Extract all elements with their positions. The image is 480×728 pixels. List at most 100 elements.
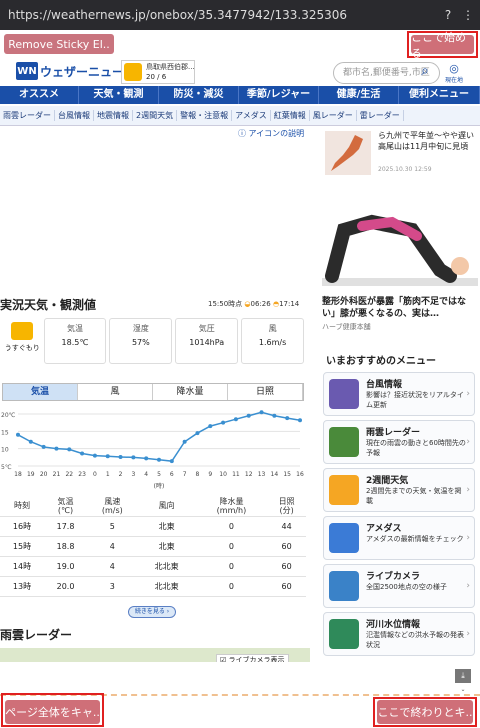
nav-item[interactable]: 便利メニュー xyxy=(399,86,480,104)
tab-precip[interactable]: 降水量 xyxy=(153,384,228,400)
table-cell: 北東 xyxy=(137,516,196,537)
nav-item[interactable]: 天気・観測 xyxy=(79,86,159,104)
yoga-illustration xyxy=(322,214,478,286)
menu-item-title: 2週間天気 xyxy=(366,476,409,486)
table-cell: 60 xyxy=(267,536,306,557)
y-tick-label: 20℃ xyxy=(1,412,16,419)
table-header: 時刻 xyxy=(0,496,44,517)
x-tick-label: 10 xyxy=(219,471,227,478)
subnav-item[interactable]: 2週間天気 xyxy=(133,110,178,121)
sun-cloud-icon xyxy=(124,63,142,81)
x-tick-label: 12 xyxy=(245,471,253,478)
menu-item-title: ライブカメラ xyxy=(366,572,421,582)
x-tick-label: 8 xyxy=(196,471,200,478)
table-cell: 13時 xyxy=(0,576,44,597)
subnav-item[interactable]: 雨雲レーダー xyxy=(0,110,55,121)
icon-legend-link[interactable]: ⓘ アイコンの説明 xyxy=(238,128,304,139)
show-more-button[interactable]: 続きを見る › xyxy=(128,606,176,618)
x-tick-label: 20 xyxy=(40,471,48,478)
more-vert-icon[interactable]: ⋮ xyxy=(460,7,476,23)
subnav-item[interactable]: 警報・注意報 xyxy=(177,110,233,121)
subnav-item[interactable]: 台風情報 xyxy=(55,110,94,121)
table-cell: 5 xyxy=(87,516,138,537)
nav-item[interactable]: 防災・減災 xyxy=(159,86,239,104)
scroll-bottom-icon[interactable]: ⤓ xyxy=(455,669,471,683)
obs-table: 時刻 気温 (℃) 風速 (m/s) 風向 降水量 (mm/h) 日照 (分) 16時 17… xyxy=(0,496,306,597)
obs-title: 実況天気・観測値 xyxy=(0,298,97,312)
nav-item[interactable]: 健康/生活 xyxy=(319,86,399,104)
wind-value: 1.6m/s xyxy=(258,338,287,347)
x-tick-label: 0 xyxy=(93,471,97,478)
temperature-line xyxy=(17,411,301,462)
temperature-point xyxy=(221,420,226,425)
y-tick-label: 10 xyxy=(1,447,9,454)
menu-item[interactable]: ライブカメラ 全国2500地点の空の様子 › xyxy=(323,564,475,608)
start-here-button[interactable]: ここで始める xyxy=(411,31,474,60)
news-headline: ら九州で平年並〜やや遅い 高尾山は11月中旬に見頃 xyxy=(378,131,474,151)
remove-sticky-button[interactable]: Remove Sticky El.. xyxy=(4,34,114,54)
url-text[interactable]: https://weathernews.jp/onebox/35.3477942… xyxy=(8,8,347,22)
subnav-item[interactable]: 地震情報 xyxy=(94,110,133,121)
site-logo[interactable]: WN ウェザーニュース xyxy=(16,62,135,80)
table-cell: 4 xyxy=(87,556,138,577)
ad-headline[interactable]: 整形外科医が暴露「筋肉不足ではない」膝が悪くなるの、実は… xyxy=(322,296,478,320)
temp-value: 18.5℃ xyxy=(61,338,89,347)
current-location-label: 現在地 xyxy=(444,77,463,84)
menu-item-title: 台風情報 xyxy=(366,380,403,390)
ad-image[interactable] xyxy=(322,200,478,286)
menu-item-icon xyxy=(329,619,359,649)
x-tick-label: 15 xyxy=(283,471,291,478)
address-bar[interactable]: https://weathernews.jp/onebox/35.3477942… xyxy=(0,0,480,30)
temperature-point xyxy=(144,456,149,461)
japan-map-thumbnail xyxy=(325,131,371,175)
chevron-down-icon[interactable]: ⌄ xyxy=(455,686,471,694)
x-tick-label: 21 xyxy=(53,471,61,478)
table-header: 日照 (分) xyxy=(267,496,306,517)
menu-item-icon xyxy=(329,571,359,601)
current-location-button[interactable]: ◎ 現在地 xyxy=(443,62,465,84)
temperature-point xyxy=(298,418,302,423)
subnav-item[interactable]: 風レーダー xyxy=(310,110,357,121)
table-cell: 14時 xyxy=(0,556,44,577)
nav-item[interactable]: オススメ xyxy=(0,86,79,104)
temperature-point xyxy=(67,447,72,452)
nav-item[interactable]: 季節/レジャー xyxy=(239,86,319,104)
tab-temperature[interactable]: 気温 xyxy=(3,384,78,400)
temperature-point xyxy=(41,444,46,449)
y-tick-label: 15 xyxy=(1,429,9,436)
obs-tabs: 気温 風 降水量 日照 xyxy=(2,383,304,401)
subnav-item[interactable]: アメダス xyxy=(232,110,271,121)
x-tick-label: 14 xyxy=(271,471,279,478)
temp-label: 気温 xyxy=(66,324,83,333)
x-tick-label: 16 xyxy=(296,471,304,478)
x-tick-label: 7 xyxy=(183,471,187,478)
table-header: 降水量 (mm/h) xyxy=(195,496,268,517)
table-cell: 4 xyxy=(87,536,138,557)
help-icon[interactable]: ? xyxy=(440,7,456,23)
current-weather-widget[interactable]: 鳥取県西伯郡... 20 / 6 xyxy=(121,60,195,84)
menu-item[interactable]: 河川水位情報 氾濫情報などの洪水予報の発表状況 › xyxy=(323,612,475,656)
ad-source: ハーブ健康本舗 xyxy=(322,323,371,331)
menu-item[interactable]: 2週間天気 2週間先までの天気・気温を掲載 › xyxy=(323,468,475,512)
menu-item[interactable]: アメダス アメダスの最新情報をチェック › xyxy=(323,516,475,560)
table-row: 14時 19.0 4 北北東 0 60 xyxy=(0,556,306,577)
menu-item[interactable]: 雨雲レーダー 現在の雨雲の動きと60時間先の予報 › xyxy=(323,420,475,464)
table-row: 15時 18.8 4 北東 0 60 xyxy=(0,536,306,557)
x-tick-label: 3 xyxy=(131,471,135,478)
temperature-point xyxy=(54,446,59,451)
table-header: 風速 (m/s) xyxy=(87,496,138,517)
subnav-item[interactable]: 雷レーダー xyxy=(357,110,404,121)
chevron-right-icon: › xyxy=(466,389,470,399)
chevron-right-icon: › xyxy=(466,533,470,543)
humidity-card: 湿度 57% xyxy=(109,318,173,364)
x-tick-label: 22 xyxy=(65,471,73,478)
menu-item-icon xyxy=(329,523,359,553)
search-icon[interactable]: ⌕ xyxy=(416,63,434,81)
tab-sunshine[interactable]: 日照 xyxy=(228,384,303,400)
menu-item[interactable]: 台風情報 影響は？接近状況をリアルタイム更新 › xyxy=(323,372,475,416)
table-cell: 0 xyxy=(195,576,268,597)
tab-wind[interactable]: 風 xyxy=(78,384,153,400)
subnav-item[interactable]: 紅葉情報 xyxy=(271,110,310,121)
capture-full-page-button[interactable]: ページ全体をキャ.. xyxy=(5,700,100,724)
end-here-button[interactable]: ここで終わりとキ.. xyxy=(377,700,473,724)
